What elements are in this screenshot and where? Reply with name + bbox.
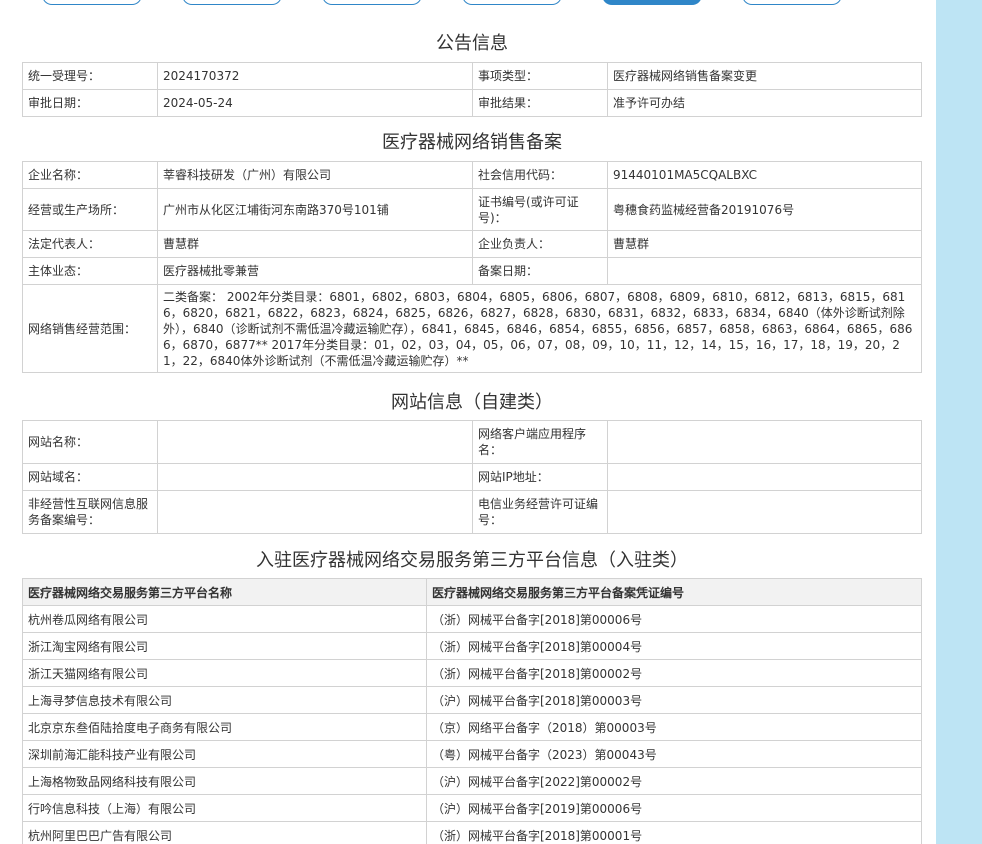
- top-tab-bar: [0, 0, 936, 6]
- platform-name-cell: 杭州卷瓜网络有限公司: [22, 605, 427, 633]
- domain-label: 网站域名：: [22, 463, 158, 491]
- right-side-strip: [936, 0, 982, 844]
- legal-rep-label: 法定代表人：: [22, 230, 158, 258]
- address-value: 广州市从化区江埔街河东南路370号101铺: [157, 188, 473, 231]
- platform-name-cell: 北京京东叁佰陆拾度电子商务有限公司: [22, 713, 427, 741]
- filing-title: 医疗器械网络销售备案: [382, 132, 562, 153]
- tab-2[interactable]: [182, 0, 282, 5]
- filing-date-label: 备案日期：: [472, 257, 608, 285]
- business-type-label: 主体业态：: [22, 257, 158, 285]
- table-row: 上海格物致品网络科技有限公司 （沪）网械平台备字[2022]第00002号: [22, 767, 922, 795]
- platform-cert-cell: （浙）网械平台备字[2018]第00006号: [426, 605, 922, 633]
- app-name-value: [607, 420, 922, 464]
- domain-value: [157, 463, 473, 491]
- platform-cert-cell: （沪）网械平台备字[2019]第00006号: [426, 794, 922, 822]
- credit-code-label: 社会信用代码：: [472, 161, 608, 189]
- platform-name-cell: 上海寻梦信息技术有限公司: [22, 686, 427, 714]
- ip-label: 网站IP地址：: [472, 463, 608, 491]
- website-table: 网站名称： 网络客户端应用程序名： 网站域名： 网站IP地址： 非经营性互联网信…: [22, 420, 922, 534]
- tab-1[interactable]: [42, 0, 142, 5]
- cert-no-label: 证书编号(或许可证号)：: [472, 188, 608, 231]
- main-content: 公告信息 统一受理号： 2024170372 事项类型： 医疗器械网络销售备案变…: [0, 0, 936, 844]
- platform-name-cell: 浙江天猫网络有限公司: [22, 659, 427, 687]
- platform-cert-header: 医疗器械网络交易服务第三方平台备案凭证编号: [426, 578, 922, 606]
- person-in-charge-value: 曹慧群: [607, 230, 922, 258]
- telecom-value: [607, 490, 922, 534]
- website-title: 网站信息（自建类）: [391, 392, 553, 413]
- legal-rep-value: 曹慧群: [157, 230, 473, 258]
- announcement-table: 统一受理号： 2024170372 事项类型： 医疗器械网络销售备案变更 审批日…: [22, 62, 922, 117]
- icp-value: [157, 490, 473, 534]
- table-row: 深圳前海汇能科技产业有限公司 （粤）网械平台备字（2023）第00043号: [22, 740, 922, 768]
- approval-result-value: 准予许可办结: [607, 89, 922, 117]
- company-name-value: 莘睿科技研发（广州）有限公司: [157, 161, 473, 189]
- platform-cert-cell: （沪）网械平台备字[2022]第00002号: [426, 767, 922, 795]
- company-name-label: 企业名称：: [22, 161, 158, 189]
- scope-value: 二类备案： 2002年分类目录：6801，6802，6803，6804，6805…: [157, 284, 922, 373]
- scope-label: 网络销售经营范围：: [22, 284, 158, 373]
- site-name-value: [157, 420, 473, 464]
- tab-3[interactable]: [322, 0, 422, 5]
- platform-table: 医疗器械网络交易服务第三方平台名称 医疗器械网络交易服务第三方平台备案凭证编号 …: [22, 578, 922, 844]
- announcement-title: 公告信息: [436, 33, 508, 54]
- table-row: 行吟信息科技（上海）有限公司 （沪）网械平台备字[2019]第00006号: [22, 794, 922, 822]
- platform-cert-cell: （沪）网械平台备字[2018]第00003号: [426, 686, 922, 714]
- tab-5-active[interactable]: [602, 0, 702, 5]
- icp-label: 非经营性互联网信息服务备案编号：: [22, 490, 158, 534]
- platform-name-cell: 上海格物致品网络科技有限公司: [22, 767, 427, 795]
- platform-name-cell: 杭州阿里巴巴广告有限公司: [22, 821, 427, 844]
- table-row: 浙江淘宝网络有限公司 （浙）网械平台备字[2018]第00004号: [22, 632, 922, 660]
- table-row: 浙江天猫网络有限公司 （浙）网械平台备字[2018]第00002号: [22, 659, 922, 687]
- address-label: 经营或生产场所：: [22, 188, 158, 231]
- platform-name-cell: 深圳前海汇能科技产业有限公司: [22, 740, 427, 768]
- platform-title: 入驻医疗器械网络交易服务第三方平台信息（入驻类）: [256, 550, 688, 571]
- site-name-label: 网站名称：: [22, 420, 158, 464]
- business-type-value: 医疗器械批零兼营: [157, 257, 473, 285]
- filing-table: 企业名称： 莘睿科技研发（广州）有限公司 社会信用代码： 91440101MA5…: [22, 161, 922, 373]
- table-row: 杭州阿里巴巴广告有限公司 （浙）网械平台备字[2018]第00001号: [22, 821, 922, 844]
- platform-name-header: 医疗器械网络交易服务第三方平台名称: [22, 578, 427, 606]
- table-row: 北京京东叁佰陆拾度电子商务有限公司 （京）网络平台备字（2018）第00003号: [22, 713, 922, 741]
- app-name-label: 网络客户端应用程序名：: [472, 420, 608, 464]
- approval-date-label: 审批日期：: [22, 89, 158, 117]
- tab-4[interactable]: [462, 0, 562, 5]
- item-type-value: 医疗器械网络销售备案变更: [607, 62, 922, 90]
- credit-code-value: 91440101MA5CQALBXC: [607, 161, 922, 189]
- approval-date-value: 2024-05-24: [157, 89, 473, 117]
- ip-value: [607, 463, 922, 491]
- approval-result-label: 审批结果：: [472, 89, 608, 117]
- telecom-label: 电信业务经营许可证编号：: [472, 490, 608, 534]
- table-row: 上海寻梦信息技术有限公司 （沪）网械平台备字[2018]第00003号: [22, 686, 922, 714]
- acceptance-no-value: 2024170372: [157, 62, 473, 90]
- platform-cert-cell: （京）网络平台备字（2018）第00003号: [426, 713, 922, 741]
- platform-cert-cell: （浙）网械平台备字[2018]第00001号: [426, 821, 922, 844]
- platform-cert-cell: （粤）网械平台备字（2023）第00043号: [426, 740, 922, 768]
- acceptance-no-label: 统一受理号：: [22, 62, 158, 90]
- platform-name-cell: 行吟信息科技（上海）有限公司: [22, 794, 427, 822]
- cert-no-value: 粤穗食药监械经营备20191076号: [607, 188, 922, 231]
- person-in-charge-label: 企业负责人：: [472, 230, 608, 258]
- platform-cert-cell: （浙）网械平台备字[2018]第00004号: [426, 632, 922, 660]
- tab-6[interactable]: [742, 0, 842, 5]
- platform-name-cell: 浙江淘宝网络有限公司: [22, 632, 427, 660]
- item-type-label: 事项类型：: [472, 62, 608, 90]
- platform-cert-cell: （浙）网械平台备字[2018]第00002号: [426, 659, 922, 687]
- table-row: 杭州卷瓜网络有限公司 （浙）网械平台备字[2018]第00006号: [22, 605, 922, 633]
- filing-date-value: [607, 257, 922, 285]
